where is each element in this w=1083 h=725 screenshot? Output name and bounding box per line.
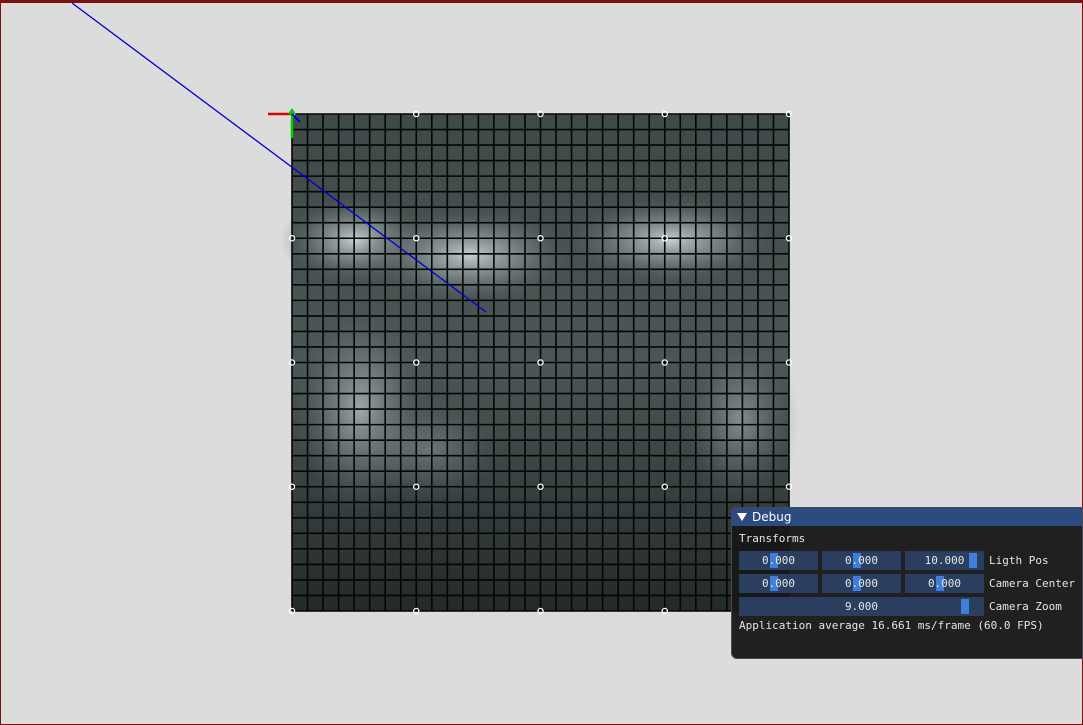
camera-zoom-label: Camera Zoom — [989, 600, 1062, 613]
fps-status-text: Application average 16.661 ms/frame (60.… — [739, 619, 1044, 632]
debug-window[interactable]: Debug Transforms 0.000 0.000 10.000 Ligt… — [731, 507, 1083, 659]
y-axis-arrow-icon — [288, 108, 296, 114]
light-pos-z-field[interactable]: 10.000 — [905, 551, 984, 570]
debug-titlebar[interactable]: Debug — [732, 508, 1082, 526]
camera-zoom-slider[interactable]: 9.000 — [739, 597, 984, 616]
transforms-section-label: Transforms — [739, 532, 806, 545]
debug-title: Debug — [752, 510, 792, 524]
light-pos-label: Ligth Pos — [989, 554, 1049, 567]
camera-zoom-grab[interactable] — [961, 599, 969, 614]
collapse-triangle-icon[interactable] — [737, 513, 747, 521]
camera-center-z-field[interactable]: 0.000 — [905, 574, 984, 593]
light-pos-x-field[interactable]: 0.000 — [739, 551, 818, 570]
camera-center-x-field[interactable]: 0.000 — [739, 574, 818, 593]
light-pos-y-field[interactable]: 0.000 — [822, 551, 901, 570]
camera-center-y-field[interactable]: 0.000 — [822, 574, 901, 593]
light-pos-z-grab[interactable] — [969, 553, 977, 568]
camera-center-label: Camera Center — [989, 577, 1076, 590]
